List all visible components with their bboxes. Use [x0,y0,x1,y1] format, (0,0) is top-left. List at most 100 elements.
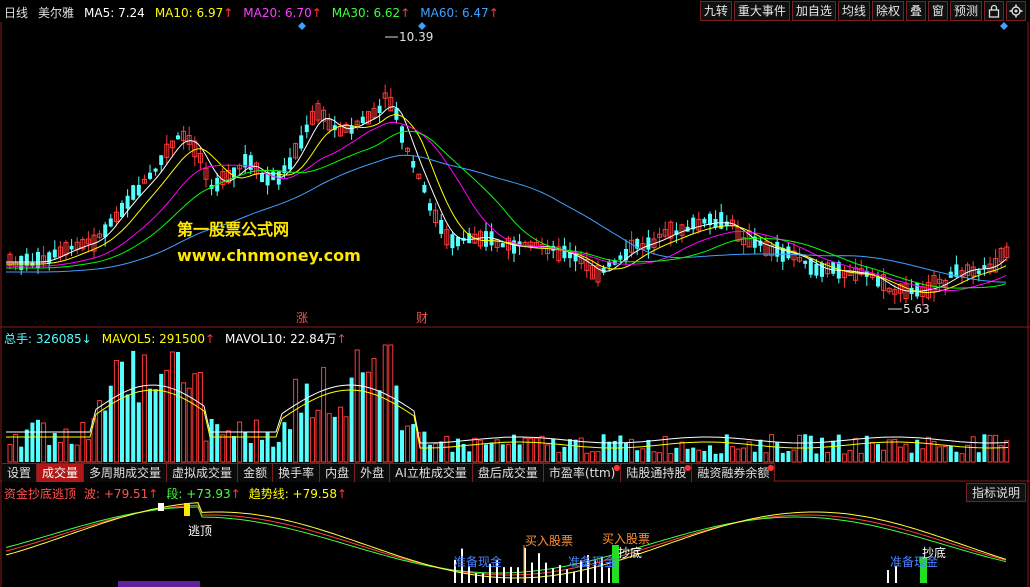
volume-bar-up [769,434,775,463]
red-dot-icon: ● [767,463,775,472]
volume-bar-up [696,449,702,463]
volume-bar-up [545,444,551,463]
escape-signal-yellow [184,503,190,516]
volume-bar-up [293,378,299,463]
candle-body-down [69,245,74,250]
volume-bar-up [841,453,847,463]
volume-bar-down [618,435,623,462]
volume-bar-up [942,446,948,463]
volume-bar-up [472,437,478,463]
volume-bar-down [400,430,404,462]
volume-bar-down [635,450,640,462]
tab-ai-volume[interactable]: AI立桩成交量 [390,463,473,482]
volume-bar-down [780,452,785,462]
tab-inner-volume[interactable]: 内盘 [320,463,356,482]
volume-bar-up [315,409,321,463]
volume-bar-up [797,434,803,463]
volume-bar-down [153,389,158,462]
volume-bar-up [7,443,13,463]
volume-bar-down [808,435,813,462]
volume-bar-up [433,443,439,463]
volume-bar-up [925,436,931,463]
volume-bar-down [159,373,164,462]
candle-body-down [153,168,158,172]
event-diamond-icon [1000,22,1008,30]
volume-bar-up [337,406,343,463]
total-hands-value: 总手: 326085↓ [4,332,92,346]
candle-body-down [982,265,987,269]
red-dot-icon: ● [684,463,692,472]
volume-bar-up [662,436,668,463]
volume-bar-down [450,451,455,462]
candle-body-down [500,243,505,248]
volume-bar-down [517,444,522,462]
volume-bar-up [388,344,394,463]
volume-bar-down [136,402,141,462]
tab-margin-balance[interactable]: 融资融券余额 ● [692,463,776,482]
signal-label-prepare-cash: 准备现金 [568,554,616,569]
volume-bar-up [993,434,999,463]
volume-bar-down [954,451,959,462]
volume-bar-up [505,444,511,463]
volume-bar-up [533,437,539,463]
volume-bar-down [909,452,914,462]
volume-bar-down [120,361,124,462]
candle-body-down [876,276,880,287]
indicator-legend: 资金抄底逃顶 波: +79.51↑ 段: +73.93↑ 趋势线: +79.58↑ [4,485,355,502]
volume-bar-up [987,434,993,463]
volume-bar-up [657,452,663,463]
signal-label-buy-stock: 买入股票 [525,534,573,548]
candle-body-down [299,135,304,149]
volume-bar-down [775,442,780,462]
candle-body-down [148,172,152,179]
candle-body-down [176,135,180,140]
volume-bar-down [248,442,253,462]
volume-bar-down [674,447,679,462]
indicator-explain-button[interactable]: 指标说明 [965,483,1026,502]
signal-label-bottom: 抄底 [618,545,642,560]
volume-bar-down [708,445,712,462]
volume-bar-up [365,371,371,463]
volume-bar-up [903,443,909,463]
volume-bar-up [595,451,601,463]
volume-bar-up [253,419,259,463]
volume-bar-down [814,453,819,462]
volume-bar-up [937,446,943,463]
volume-bar-down [108,385,113,462]
low-price-label: 5.63 [903,302,930,316]
tab-settings[interactable]: 设置 [2,463,38,482]
tab-outer-volume[interactable]: 外盘 [355,463,391,482]
tab-amount[interactable]: 金额 [238,463,274,482]
event-diamond-icon [298,22,306,30]
volume-bar-down [148,388,152,462]
volume-bar-down [752,451,757,462]
volume-bar-down [489,442,494,462]
volume-bar-up [589,451,595,463]
indicator-name: 资金抄底逃顶 [4,487,77,501]
candle-body-down [484,231,488,247]
candle-body-down [304,124,309,133]
volume-bar-up [97,400,103,463]
tab-virtual-volume[interactable]: 虚拟成交量 [167,463,239,482]
volume-bar-up [309,417,315,463]
candle-body-down [52,249,57,258]
volume-bar-up [186,387,192,463]
tab-volume[interactable]: 成交量 [37,463,85,482]
tab-turnover-rate[interactable]: 换手率 [273,463,321,482]
volume-bar-down [282,422,287,462]
candle-body-down [428,203,432,211]
tab-hk-connect-holdings[interactable]: 陆股通持股 ● [621,463,693,482]
tab-multi-period-volume[interactable]: 多周期成交量 [84,463,168,482]
segment-line [5,506,1007,574]
volume-bar-down [568,439,572,462]
tab-after-hours-volume[interactable]: 盘后成交量 [472,463,544,482]
candle-body-down [450,234,455,249]
signal-label-prepare-cash: 准备现金 [454,554,502,569]
volume-bar-up [220,434,226,463]
candle-body-down [377,105,382,114]
tab-pe-ttm[interactable]: 市盈率(ttm) ● [543,463,622,482]
volume-bar-up [371,358,377,463]
volume-bar-down [411,424,416,462]
candle-body-down [976,270,981,274]
volume-bar-up [892,438,898,463]
